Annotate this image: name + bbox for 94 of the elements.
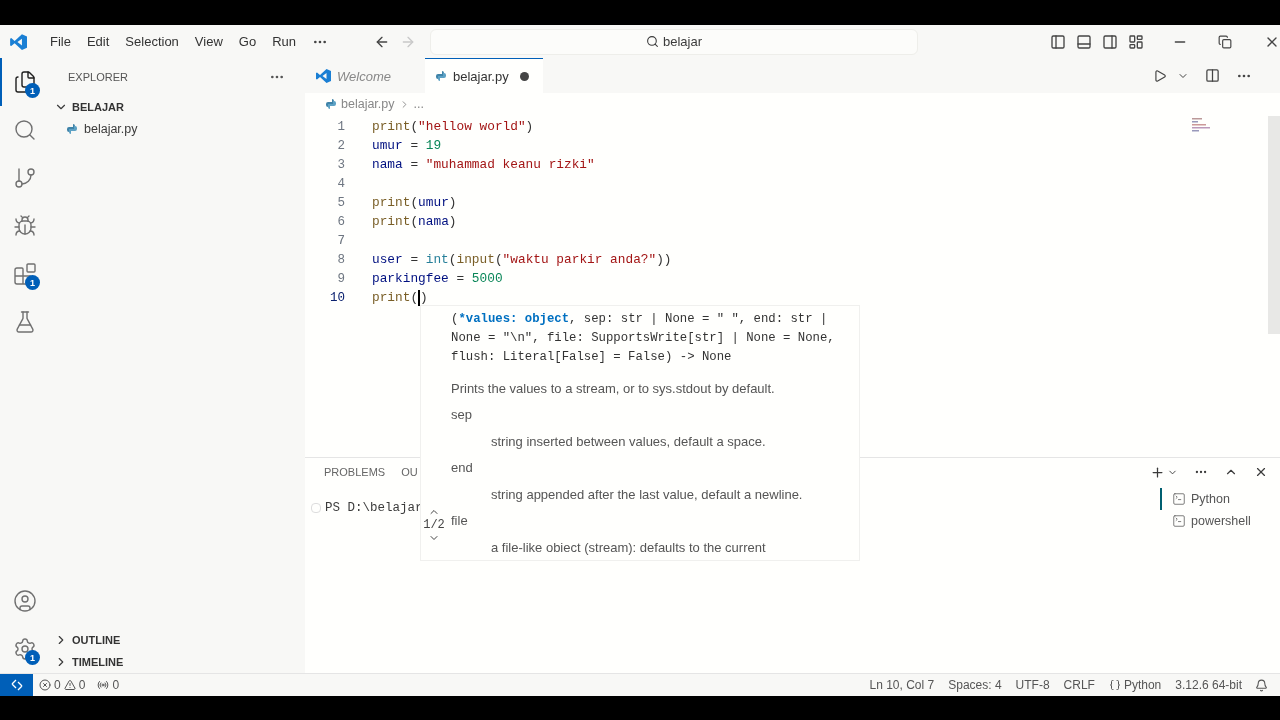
line-number: 6 [336,214,345,229]
python-file-icon [435,70,447,82]
status-item[interactable]: UTF-8 [1008,678,1057,692]
menu-item[interactable]: Run [264,34,304,49]
breadcrumb-item[interactable]: ... [413,97,424,111]
breadcrumb-item[interactable]: belajar.py [341,97,395,111]
broadcast-icon [97,679,110,691]
search-icon [646,35,659,48]
terminal-item[interactable]: powershell [1160,510,1280,532]
menu-item[interactable]: View [186,34,231,49]
files-icon [13,70,37,94]
status-item[interactable]: CRLF [1056,678,1102,692]
terminal-icon [1172,514,1186,528]
code-line: nama = "muhammad keanu rizki" [372,157,595,172]
signature-line: flush: Literal[False] = False) -> None [451,350,733,366]
line-number: 9 [336,271,345,286]
menu-item[interactable]: Go [230,34,265,49]
signature-pager: 1/2 [423,518,445,532]
line-number: 7 [336,233,345,248]
activity-bar-item[interactable]: 1 [0,250,48,298]
search-field[interactable]: belajar [430,28,918,55]
code-line: user = int(input("waktu parkir anda?")) [372,252,672,267]
branch-icon [13,166,37,190]
account-icon [13,589,37,613]
bug-icon [13,214,37,238]
status-item[interactable]: 3.12.6 64-bit [1168,678,1249,692]
warning-icon [63,679,76,691]
error-icon [39,679,51,691]
line-number: 5 [336,195,345,210]
code-line: parkingfee = 5000 [372,271,503,286]
count-badge: 1 [25,275,40,290]
terminal-prompt: PS D:\belajar [325,501,423,515]
sidebar-title: EXPLORER [68,71,128,83]
signature-description: Prints the values to a stream, or to sys.stdout by default. [451,381,776,396]
code-line: print("hellow world") [372,119,534,134]
bell-icon[interactable] [1255,678,1268,692]
code-line: print() [372,289,428,306]
count-badge: 1 [25,650,40,665]
terminal-icon [1172,492,1186,506]
ports-status[interactable]: 0 [91,678,126,692]
line-number: 1 [336,119,345,134]
line-number: 3 [336,157,345,172]
parameter-doc: a file-like obiect (stream): defaults to the current [491,540,767,555]
section-header[interactable]: TIMELINE [48,651,305,673]
signature-line: (*values: object, sep: str | None = " ", end: str | [451,312,829,328]
vscode-logo-icon [315,68,331,84]
python-file-icon [66,123,78,135]
blocks-icon [13,262,37,286]
line-number: 10 [329,290,345,305]
parameter-name: sep [451,407,473,422]
count-badge: 1 [25,83,40,98]
flask-icon [13,310,37,334]
vscode-logo-icon [9,32,27,51]
signature-line: None = "\n", file: SupportsWrite[str] | None = None, [451,331,836,347]
line-number: 4 [336,176,345,191]
activity-bar-item[interactable]: 1 [0,625,48,673]
layout-icon[interactable] [1128,33,1144,50]
problems-status[interactable]: 0 0 [33,678,92,692]
split-editor-icon[interactable] [1205,68,1220,83]
parameter-name: file [451,513,469,528]
run-icon[interactable] [1153,68,1167,83]
parameter-name: end [451,460,474,475]
parameter-doc: string inserted between values, default a space. [491,434,767,449]
status-item[interactable]: Python [1101,678,1169,692]
status-item[interactable]: Spaces: 4 [941,678,1009,692]
code-line: print(nama) [372,214,457,229]
line-number: 2 [336,138,345,153]
panel-bottom-icon[interactable] [1076,33,1092,50]
close-icon[interactable] [1254,465,1268,479]
menu-item[interactable]: Selection [117,34,187,49]
editor-tab[interactable]: belajar.py [425,58,543,93]
section-header[interactable]: OUTLINE [48,629,305,651]
parameter-doc: string appended after the last value, default a newline. [491,487,804,502]
panel-right-icon[interactable] [1102,33,1118,50]
terminal-item[interactable]: Python [1160,488,1280,510]
panel-left-icon[interactable] [1050,33,1066,50]
python-file-icon [325,98,337,110]
file-row[interactable]: belajar.py [48,118,305,140]
code-line: print(umur) [372,195,457,210]
panel-tab[interactable]: PROBLEMS [324,466,386,478]
menu-item[interactable]: File [42,34,79,49]
restore-icon[interactable] [1218,34,1232,49]
line-number: 8 [336,252,345,267]
settings-icon [13,637,37,661]
remote-button[interactable] [0,674,33,696]
braces-icon [1108,679,1121,691]
status-item[interactable]: Ln 10, Col 7 [862,678,942,692]
menu-item[interactable]: Edit [78,34,118,49]
folder-row[interactable]: BELAJAR [48,96,305,118]
code-line: umur = 19 [372,138,442,153]
panel-tab[interactable]: OU [401,466,418,478]
search-icon [13,118,37,142]
remote-icon [9,678,24,692]
plus-icon[interactable] [1150,464,1165,480]
